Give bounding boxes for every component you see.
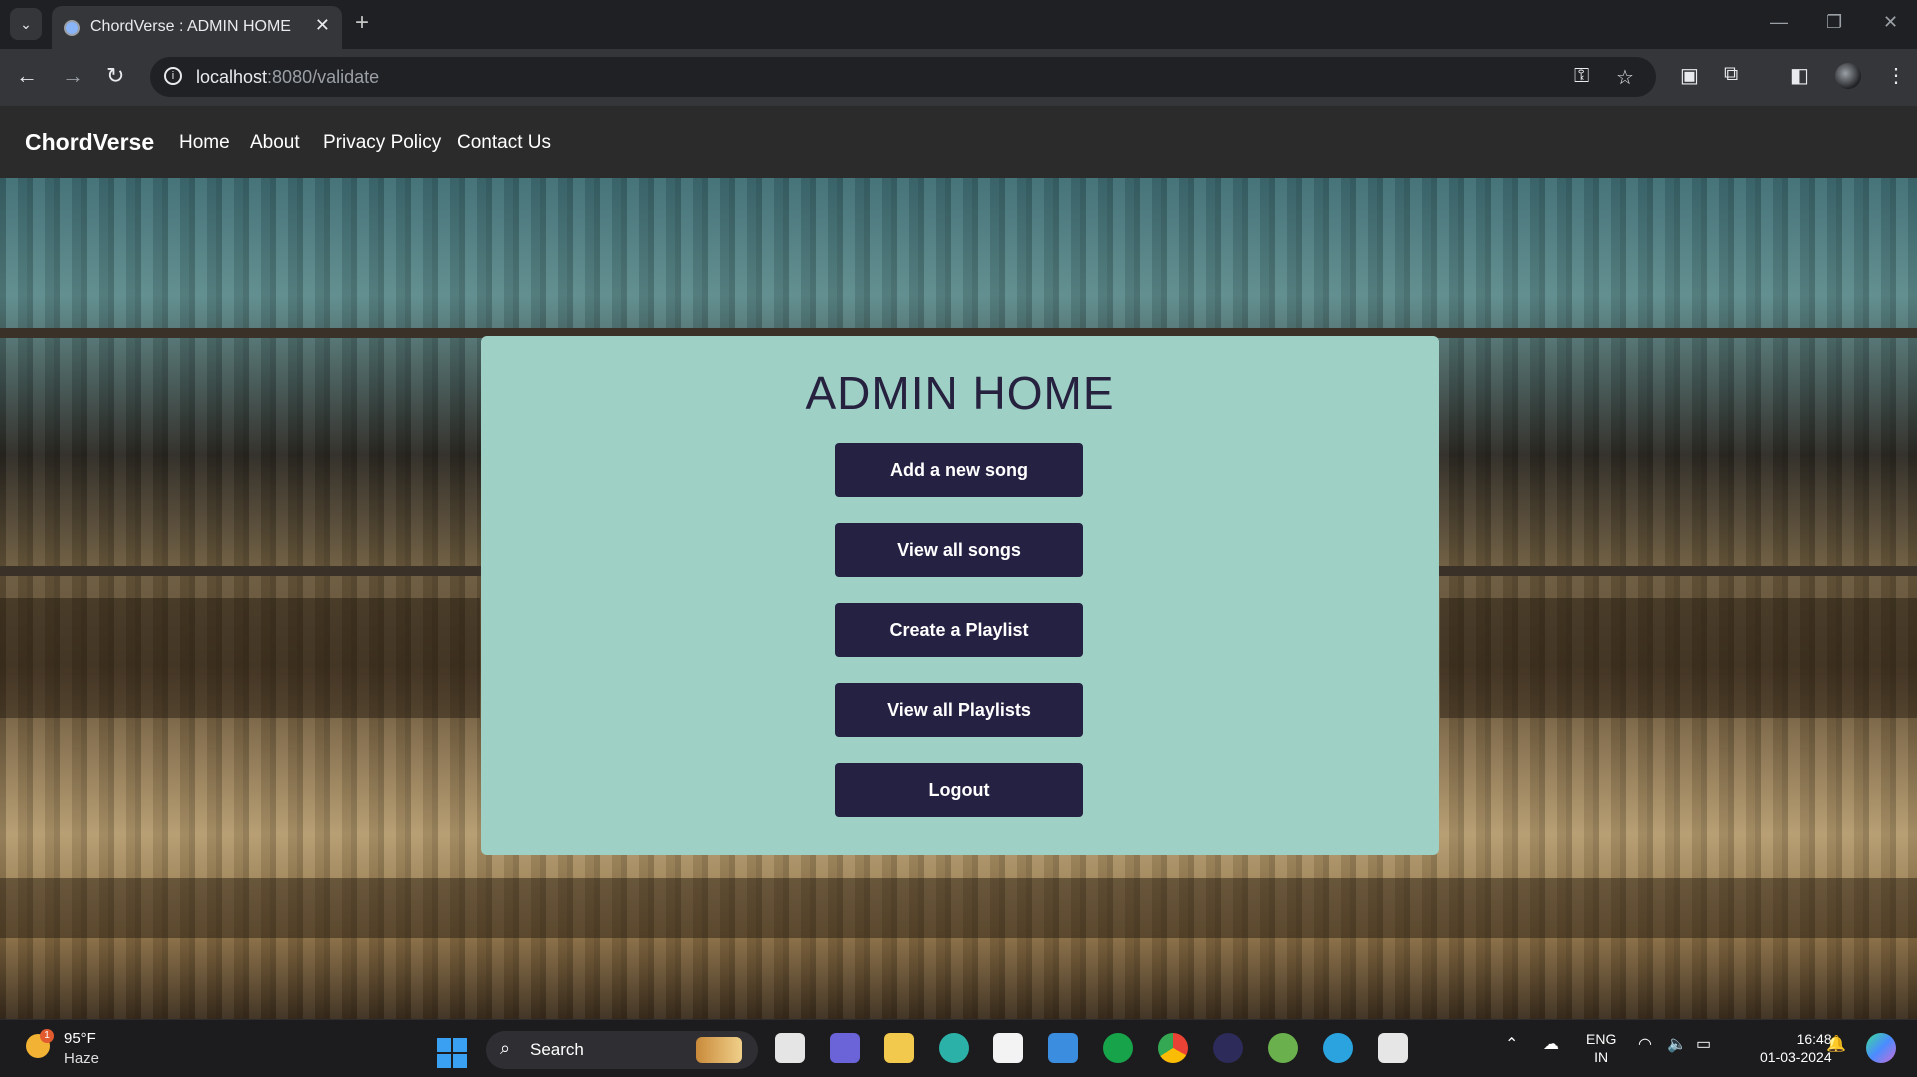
bookmark-star-icon[interactable]: ☆ xyxy=(1616,65,1634,90)
profile-avatar[interactable] xyxy=(1835,63,1861,89)
browser-toolbar: ← → ↻ i localhost:8080/validate ⚿ ☆ ▣ ⧉ … xyxy=(0,49,1917,106)
spring-tools-icon[interactable] xyxy=(1268,1033,1298,1063)
logout-button[interactable]: Logout xyxy=(835,763,1083,817)
taskbar: 1 95°F Haze ⌕ Search ⌃ ☁ ENG IN ◠ 🔈 ▭ 16:… xyxy=(0,1019,1917,1077)
admin-card: ADMIN HOME Add a new song View all songs… xyxy=(481,336,1439,855)
volume-icon[interactable]: 🔈 xyxy=(1667,1034,1687,1054)
windows-start-icon[interactable] xyxy=(437,1038,467,1068)
xbox-icon[interactable] xyxy=(1103,1033,1133,1063)
window-close-icon[interactable]: ✕ xyxy=(1883,12,1898,33)
add-song-button[interactable]: Add a new song xyxy=(835,443,1083,497)
clock[interactable]: 16:48 01-03-2024 xyxy=(1760,1030,1832,1066)
search-icon: ⌕ xyxy=(500,1038,511,1058)
teams-chat-icon[interactable] xyxy=(830,1033,860,1063)
tab-search-menu-button[interactable]: ⌄ xyxy=(10,8,42,40)
mail-icon[interactable] xyxy=(1048,1033,1078,1063)
onedrive-cloud-icon[interactable]: ☁ xyxy=(1543,1034,1559,1054)
restore-icon[interactable]: ❐ xyxy=(1826,12,1842,33)
edge-browser-icon[interactable] xyxy=(939,1033,969,1063)
microsoft-store-icon[interactable] xyxy=(993,1033,1023,1063)
site-navbar: ChordVerse Home About Privacy Policy Con… xyxy=(0,106,1917,178)
back-arrow-icon[interactable]: ← xyxy=(16,63,38,89)
record-crate xyxy=(0,878,1917,938)
nav-link-about[interactable]: About xyxy=(250,132,300,154)
create-playlist-button[interactable]: Create a Playlist xyxy=(835,603,1083,657)
battery-icon[interactable]: ▭ xyxy=(1696,1034,1711,1054)
weather-description[interactable]: Haze xyxy=(64,1050,99,1067)
side-panel-icon[interactable]: ◧ xyxy=(1790,63,1809,88)
more-menu-icon[interactable]: ⋮ xyxy=(1886,63,1906,88)
site-info-icon[interactable]: i xyxy=(164,67,182,85)
browser-tab[interactable]: ChordVerse : ADMIN HOME ✕ xyxy=(52,6,342,49)
wifi-icon[interactable]: ◠ xyxy=(1638,1034,1652,1054)
nav-link-contact-us[interactable]: Contact Us xyxy=(457,132,551,154)
search-label: Search xyxy=(530,1040,584,1059)
view-songs-button[interactable]: View all songs xyxy=(835,523,1083,577)
copilot-icon[interactable] xyxy=(1866,1033,1896,1063)
weather-badge: 1 xyxy=(40,1029,54,1043)
snipping-tool-icon[interactable] xyxy=(1378,1033,1408,1063)
language-indicator[interactable]: ENG IN xyxy=(1586,1030,1616,1066)
page-title: ADMIN HOME xyxy=(805,367,1115,419)
forward-arrow-icon[interactable]: → xyxy=(62,63,84,89)
weather-temperature[interactable]: 95°F xyxy=(64,1030,96,1047)
chevron-up-icon[interactable]: ⌃ xyxy=(1505,1034,1518,1054)
tab-close-icon[interactable]: ✕ xyxy=(315,15,330,36)
extension-icon[interactable]: ▣ xyxy=(1680,63,1699,88)
address-bar[interactable]: i localhost:8080/validate ⚿ ☆ xyxy=(150,57,1656,97)
eclipse-icon[interactable] xyxy=(1213,1033,1243,1063)
url-text[interactable]: localhost:8080/validate xyxy=(196,67,379,88)
browser-tab-bar: ⌄ ChordVerse : ADMIN HOME ✕ + — ❐ ✕ xyxy=(0,0,1917,49)
view-playlists-button[interactable]: View all Playlists xyxy=(835,683,1083,737)
puzzle-icon[interactable]: ⧉ xyxy=(1724,63,1738,86)
nav-link-home[interactable]: Home xyxy=(179,132,230,154)
telegram-icon[interactable] xyxy=(1323,1033,1353,1063)
new-tab-button[interactable]: + xyxy=(355,9,369,37)
taskbar-search[interactable]: ⌕ Search xyxy=(486,1031,758,1069)
search-highlight-image xyxy=(696,1037,742,1063)
tab-favicon-icon xyxy=(64,20,80,36)
reload-icon[interactable]: ↻ xyxy=(106,63,124,89)
brand-logo[interactable]: ChordVerse xyxy=(25,129,154,156)
chrome-icon[interactable] xyxy=(1158,1033,1188,1063)
record-crate xyxy=(0,598,480,718)
nav-link-privacy-policy[interactable]: Privacy Policy xyxy=(323,132,441,154)
notification-bell-icon[interactable]: 🔔 xyxy=(1826,1034,1846,1054)
tab-title: ChordVerse : ADMIN HOME xyxy=(90,18,291,35)
minimize-icon[interactable]: — xyxy=(1770,12,1788,33)
file-explorer-icon[interactable] xyxy=(884,1033,914,1063)
key-icon[interactable]: ⚿ xyxy=(1574,65,1589,88)
record-crate xyxy=(1440,598,1917,718)
task-view-icon[interactable] xyxy=(775,1033,805,1063)
